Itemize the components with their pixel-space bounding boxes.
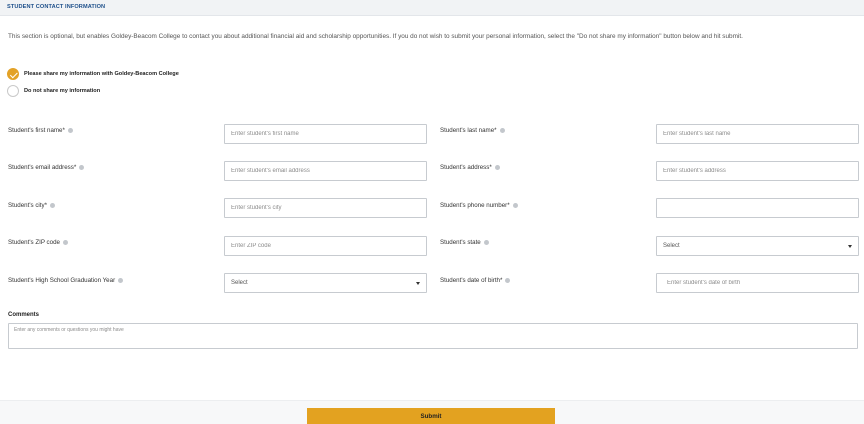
zip-label: Student's ZIP code <box>8 239 68 246</box>
comments-label: Comments <box>8 312 40 318</box>
email-input[interactable] <box>224 161 427 181</box>
check-icon[interactable] <box>7 68 19 80</box>
share-info-option[interactable]: Please share my information with Goldey-… <box>7 68 179 80</box>
state-select-value: Select <box>663 243 680 249</box>
info-icon <box>499 128 505 133</box>
submit-button[interactable]: Submit <box>307 408 555 424</box>
info-icon <box>50 203 56 208</box>
info-icon <box>505 278 511 283</box>
info-icon <box>67 128 73 133</box>
no-share-info-label: Do not share my information <box>24 88 101 94</box>
address-input[interactable] <box>656 161 859 181</box>
dob-input[interactable] <box>656 273 859 293</box>
email-label: Student's email address* <box>8 164 85 171</box>
info-icon <box>512 203 518 208</box>
info-icon <box>118 278 124 283</box>
comments-textarea[interactable] <box>8 323 858 349</box>
city-input[interactable] <box>224 198 427 218</box>
last-name-input[interactable] <box>656 124 859 144</box>
first-name-label: Student's first name* <box>8 127 73 134</box>
dob-label: Student's date of birth* <box>440 277 511 284</box>
state-select[interactable]: Select <box>656 236 859 256</box>
radio-unchecked-icon[interactable] <box>7 85 19 97</box>
state-label: Student's state <box>440 239 489 246</box>
info-icon <box>62 240 68 245</box>
caret-down-icon <box>848 244 852 248</box>
phone-input[interactable] <box>656 198 859 218</box>
info-icon <box>79 165 85 170</box>
first-name-input[interactable] <box>224 124 427 144</box>
grad-year-select[interactable]: Select <box>224 273 427 293</box>
zip-input[interactable] <box>224 236 427 256</box>
phone-label: Student's phone number* <box>440 202 518 209</box>
grad-year-select-value: Select <box>231 280 248 286</box>
section-header: STUDENT CONTACT INFORMATION <box>0 0 864 16</box>
caret-down-icon <box>416 281 420 285</box>
section-title: STUDENT CONTACT INFORMATION <box>7 4 106 10</box>
no-share-info-option[interactable]: Do not share my information <box>7 85 100 97</box>
share-info-label: Please share my information with Goldey-… <box>24 71 179 77</box>
address-label: Student's address* <box>440 164 500 171</box>
intro-text: This section is optional, but enables Go… <box>8 33 743 40</box>
info-icon <box>494 165 500 170</box>
grad-year-label: Student's High School Graduation Year <box>8 277 124 284</box>
info-icon <box>483 240 489 245</box>
last-name-label: Student's last name* <box>440 127 505 134</box>
city-label: Student's city* <box>8 202 56 209</box>
